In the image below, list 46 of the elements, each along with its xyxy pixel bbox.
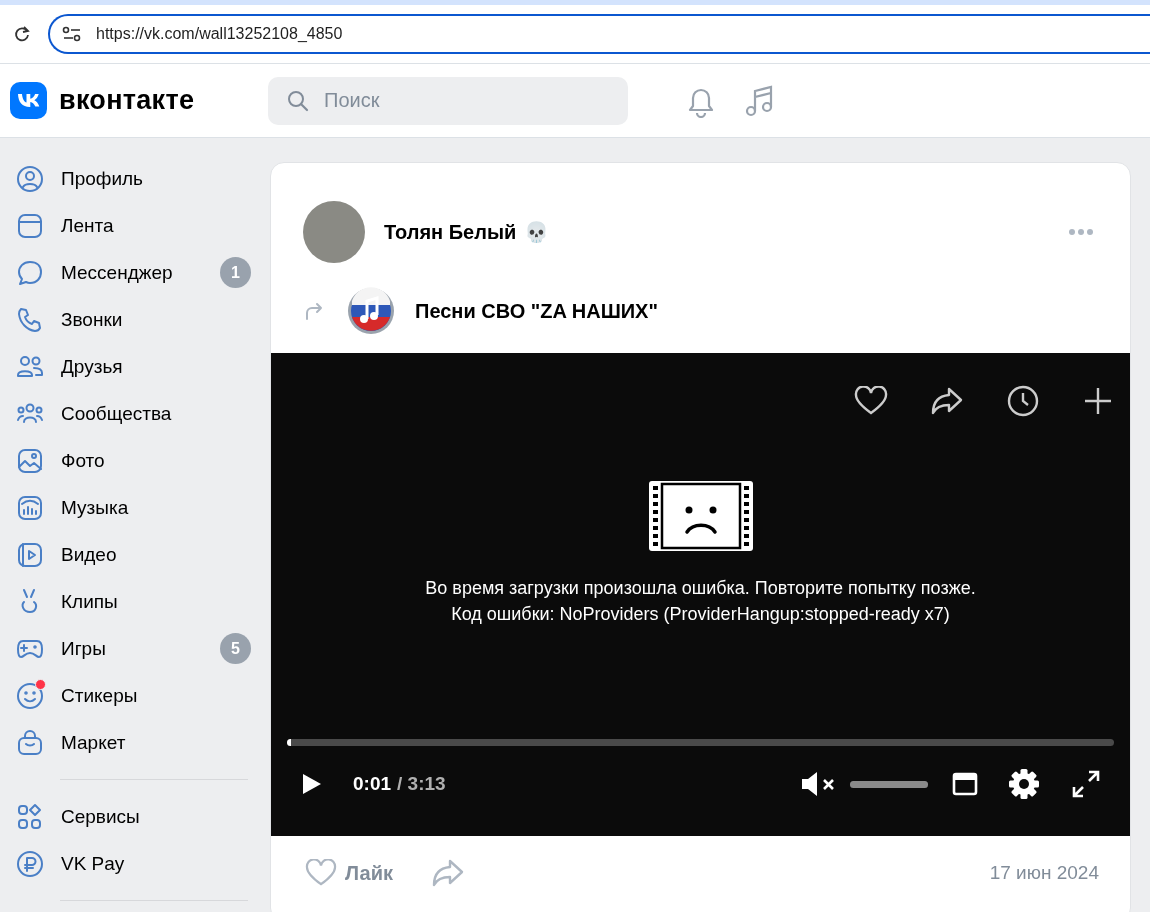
group-avatar-icon[interactable]: [347, 287, 395, 335]
sidebar-item[interactable]: Профиль: [61, 167, 144, 190]
fullscreen-icon[interactable]: [1072, 770, 1100, 798]
sidebar-item[interactable]: Сервисы: [61, 805, 140, 828]
current-time: 0:01: [353, 773, 392, 795]
search-field[interactable]: Поиск: [268, 76, 628, 125]
sidebar-item[interactable]: VK Pay: [61, 852, 125, 875]
miniplayer-icon[interactable]: [952, 772, 978, 796]
logo-text[interactable]: вконтакте: [59, 85, 195, 116]
group-name[interactable]: Песни СВО "ZA НАШИХ": [415, 299, 658, 323]
plus-icon[interactable]: [1082, 385, 1114, 417]
error-message: Код ошибки: NoProviders (ProviderHangup:stopped-ready x7): [451, 603, 950, 626]
duration: / 3:13: [397, 773, 446, 795]
sidebar-item[interactable]: Друзья: [61, 355, 123, 378]
sidebar-item[interactable]: Фото: [61, 449, 105, 472]
share-arrow-icon[interactable]: [930, 386, 964, 416]
site-settings-icon[interactable]: [62, 26, 82, 42]
search-icon: [287, 89, 309, 112]
clock-icon[interactable]: [1006, 385, 1040, 417]
sidebar-item[interactable]: Стикеры: [61, 684, 138, 707]
heart-icon[interactable]: [854, 386, 888, 416]
heart-icon: [305, 859, 337, 887]
error-message: Во время загрузки произошла ошибка. Повторите попытку позже.: [425, 577, 976, 600]
vk-logo-icon[interactable]: [10, 82, 47, 119]
sidebar-item[interactable]: Маркет: [61, 731, 126, 754]
counter-badge: 5: [220, 633, 251, 664]
counter-badge: 1: [220, 257, 251, 288]
sidebar-item[interactable]: Игры: [61, 637, 106, 660]
url-text: https://vk.com/wall13252108_4850: [96, 25, 343, 43]
repost-arrow-icon: [303, 301, 325, 321]
stickers-icon: [16, 681, 44, 710]
author-name[interactable]: Толян Белый: [384, 220, 517, 244]
play-icon[interactable]: [301, 772, 323, 796]
sidebar-item[interactable]: Звонки: [61, 308, 123, 331]
sidebar-item[interactable]: Мессенджер: [61, 261, 173, 284]
sidebar-item[interactable]: Лента: [61, 214, 114, 237]
address-bar[interactable]: https://vk.com/wall13252108_4850: [48, 14, 1150, 54]
sidebar-item[interactable]: Музыка: [61, 496, 129, 519]
skull-emoji: 💀: [524, 220, 550, 244]
volume-slider[interactable]: [850, 780, 928, 788]
music-note-icon[interactable]: [743, 83, 775, 118]
sidebar-item[interactable]: Видео: [61, 543, 117, 566]
sidebar-item[interactable]: Клипы: [61, 590, 118, 613]
reload-icon[interactable]: [13, 25, 31, 43]
sad-film-icon: [648, 481, 753, 551]
sidebar-item[interactable]: Сообщества: [61, 402, 172, 425]
